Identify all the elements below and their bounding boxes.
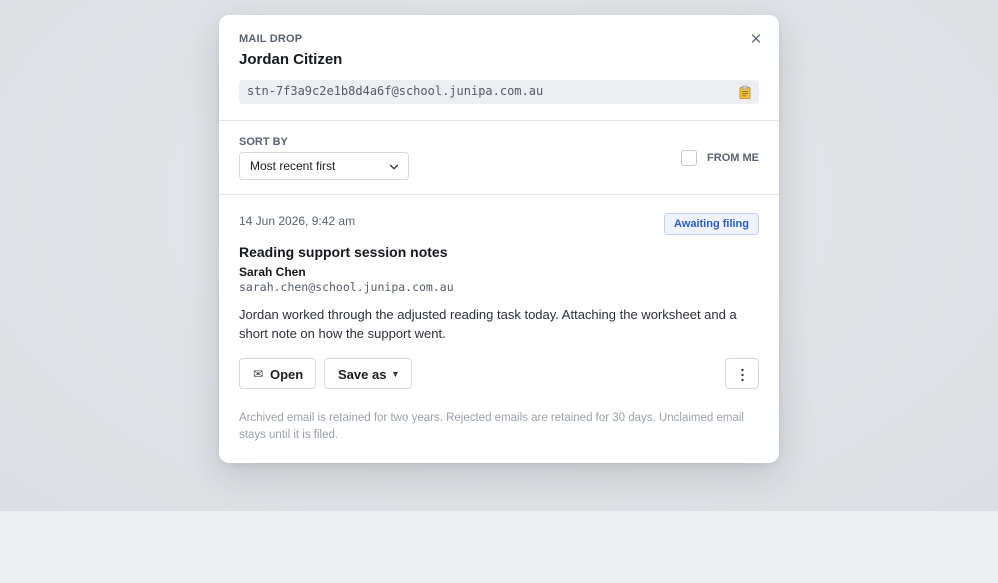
caret-down-icon: ▼ — [391, 369, 400, 379]
sort-by-label: SORT BY — [239, 136, 288, 148]
save-as-button-label: Save as — [338, 367, 387, 382]
more-options-button[interactable] — [725, 358, 759, 389]
message-date: 14 Jun 2026, 9:42 am — [239, 214, 356, 228]
sort-controls: SORT BY Most recent first FROM ME — [219, 121, 779, 195]
dialog-header: MAIL DROP Jordan Citizen ✕ stn-7f3a9c2e1… — [219, 15, 779, 121]
mail-drop-address: stn-7f3a9c2e1b8d4a6f@school.junipa.com.a… — [247, 84, 544, 98]
student-name: Jordan Citizen — [239, 51, 343, 68]
open-button[interactable]: ✉ Open — [239, 358, 316, 389]
mail-drop-dialog: MAIL DROP Jordan Citizen ✕ stn-7f3a9c2e1… — [219, 15, 779, 463]
message-subject: Reading support session notes — [239, 244, 448, 260]
sender-email: sarah.chen@school.junipa.com.au — [239, 280, 454, 294]
clipboard-icon[interactable] — [738, 85, 752, 99]
close-icon[interactable]: ✕ — [747, 31, 765, 49]
chevron-down-icon — [389, 164, 399, 170]
mail-drop-address-field[interactable]: stn-7f3a9c2e1b8d4a6f@school.junipa.com.a… — [239, 80, 759, 104]
dialog-eyebrow: MAIL DROP — [239, 33, 303, 45]
message-body: Jordan worked through the adjusted readi… — [239, 307, 737, 341]
more-vertical-icon — [741, 368, 744, 382]
from-me-checkbox[interactable] — [681, 150, 697, 166]
from-me-label: FROM ME — [707, 152, 759, 164]
envelope-icon: ✉ — [253, 367, 264, 381]
from-me-filter[interactable]: FROM ME — [679, 150, 759, 168]
sort-select-value: Most recent first — [250, 159, 336, 173]
page-floor — [0, 511, 998, 583]
status-badge: Awaiting filing — [664, 213, 759, 235]
sender-name: Sarah Chen — [239, 265, 306, 279]
save-as-button[interactable]: Save as ▼ — [324, 358, 412, 389]
open-button-label: Open — [270, 367, 304, 382]
sort-select[interactable]: Most recent first — [239, 152, 409, 180]
retention-note: Archived email is retained for two years… — [239, 412, 744, 441]
